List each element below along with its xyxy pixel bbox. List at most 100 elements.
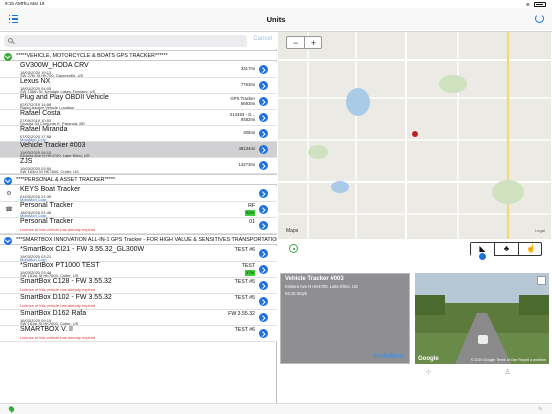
left-footer (0, 403, 277, 414)
search-field[interactable] (4, 35, 247, 47)
vehicle-location-marker[interactable] (412, 131, 418, 137)
zoom-out-button[interactable]: − (287, 38, 304, 48)
group-title: *****VEHICLE, MOTORCYCLE & BOATS GPS TRA… (16, 53, 168, 59)
unit-row[interactable]: SMARTBOX V. II License of this vehicle ha… (0, 326, 277, 342)
unit-right-info: FW 3.55.32 (228, 311, 255, 317)
chevron-right-icon[interactable] (259, 297, 268, 307)
unit-name: Vehicle Tracker #003 (20, 142, 86, 149)
group-header[interactable]: *****VEHICLE, MOTORCYCLE & BOATS GPS TRA… (0, 50, 277, 61)
google-logo: Google (418, 356, 439, 362)
battery-level-badge: 92% (244, 210, 255, 216)
segment-hand-icon[interactable]: ☝ (519, 243, 543, 256)
chevron-right-icon[interactable] (259, 329, 268, 339)
unit-row[interactable]: ☎ Personal Tracker 18/03/2020 01:48 MotoMon… (0, 202, 277, 218)
maps-attribution: Maps (286, 228, 299, 234)
expand-icon[interactable] (537, 276, 546, 285)
chevron-right-icon[interactable] (259, 145, 268, 155)
unit-right-info: 7753mi (240, 82, 255, 87)
tracker-device-icon: ⚙ (6, 191, 12, 197)
unit-row[interactable]: Rafael Costa 27/09/2019 10:53 Quadra 34 Co… (0, 110, 277, 126)
unit-row[interactable]: ZJS 19/03/2020 03:50 SW 163rd St HK7600, C… (0, 158, 277, 174)
unit-row[interactable]: GV300W_HODA CRV 18/03/2020 19:13 SW 27th S… (0, 62, 277, 78)
chevron-right-icon[interactable] (259, 113, 268, 123)
unit-right-info: TEST #5 (234, 295, 255, 301)
chevron-right-icon[interactable] (259, 97, 268, 107)
zoom-control: − + (286, 36, 322, 49)
zoom-in-button[interactable]: + (305, 38, 322, 48)
map-toolbar: ◣ ♣ ☝ (278, 239, 551, 262)
unit-list-pane: Cancel *****VEHICLE, MOTORCYCLE & BOATS … (0, 32, 287, 414)
search-input[interactable] (16, 35, 241, 47)
card-address: Kinloira Ave N HK4700, Lake Elmo, US (285, 284, 358, 289)
unit-row[interactable]: SmartBox D162 Rafa 16/03/2020 09:19 SW 181… (0, 310, 277, 326)
chevron-right-icon[interactable] (259, 313, 268, 323)
unit-row[interactable]: *SmartBox CI21 - FW 3.55.32_GL300W 19/03/… (0, 246, 277, 262)
unit-row[interactable]: Personal Tracker License of this vehicle … (0, 218, 277, 234)
card-meta: 04:15 0mph (285, 291, 308, 296)
unit-name: GV300W_HODA CRV (20, 62, 89, 69)
chevron-right-icon[interactable] (259, 161, 268, 171)
unit-right-info: RF (248, 203, 255, 209)
license-expired-warning: License of this vehicle has already expi… (20, 227, 96, 232)
unit-row[interactable]: SmartBox D102 - FW 3.55.32 License of thi… (0, 294, 277, 310)
unit-right-info: GPS Tracker (230, 95, 255, 101)
unit-name: SmartBox D162 Rafa (20, 310, 87, 317)
unit-right-info: 305mi (243, 130, 255, 135)
app-root: 9:15 AM Thu Mar 19 ≋ Units Cancel *****V… (0, 0, 552, 414)
chevron-right-icon[interactable] (259, 81, 268, 91)
unit-right-info: 3317mi (240, 66, 255, 71)
chevron-right-icon[interactable] (259, 205, 268, 215)
locate-icon[interactable] (289, 244, 298, 253)
legal-link[interactable]: Legal (535, 228, 545, 233)
unit-row[interactable]: SmartBox C128 - FW 3.55.32 License of thi… (0, 278, 277, 294)
map-view[interactable]: − + Maps Legal (278, 32, 551, 239)
chevron-right-icon[interactable] (259, 221, 268, 231)
refresh-icon[interactable] (535, 14, 544, 23)
unit-right-info: TEST #6 (234, 247, 255, 253)
route-icon[interactable]: ⊹ (424, 368, 433, 377)
right-footer: ✎ (277, 403, 552, 414)
unit-row[interactable]: *SmartBox PT1000 TEST 19/03/2020 03:48 SW … (0, 262, 277, 278)
unit-row[interactable]: ⚙ KEYS Boat Tracker 01/03/2020 21:39 MotoMo… (0, 186, 277, 202)
unit-name: ZJS (20, 158, 33, 165)
map-pin-icon[interactable] (7, 405, 16, 413)
chevron-right-icon[interactable] (259, 249, 268, 259)
chevron-right-icon[interactable] (259, 129, 268, 139)
street-legal: © 2020 Google Terms of Use Report a prob… (470, 358, 546, 362)
street-scene (415, 273, 549, 364)
page-indicator-dot (479, 253, 486, 260)
status-date: Thu Mar 19 (21, 1, 45, 6)
unit-name: Personal Tracker (20, 218, 73, 225)
unit-row[interactable]: Plug and Play OBDII Vehicle 02/07/2019 14… (0, 94, 277, 110)
unit-name: Rafael Costa (20, 110, 61, 117)
segment-trees-icon[interactable]: ♣ (495, 243, 519, 256)
chevron-right-icon[interactable] (259, 65, 268, 75)
unit-row[interactable]: Rafael Miranda 07/02/2020 17:58 MotoMon Co… (0, 126, 277, 142)
collapse-chevron-icon[interactable] (4, 52, 12, 61)
person-icon[interactable]: ♙ (503, 368, 512, 377)
unit-info-card[interactable]: Vehicle Tracker #003 Kinloira Ave N HK47… (280, 273, 410, 364)
chevron-right-icon[interactable] (259, 281, 268, 291)
license-expired-warning: License of this vehicle has already expi… (20, 287, 96, 292)
unit-mileage: 5693mi (240, 101, 255, 106)
unit-name: SmartBox D102 - FW 3.55.32 (20, 294, 112, 301)
edit-icon[interactable]: ✎ (538, 406, 544, 413)
chevron-right-icon[interactable] (259, 189, 268, 199)
unit-row[interactable]: Lexus NX 18/03/2020 04:05 SW 136th St, Ken… (0, 78, 277, 94)
phone-icon: ☎ (5, 207, 13, 213)
battery-level-badge: 37% (244, 270, 255, 276)
license-expired-warning: License of this vehicle has already expi… (20, 335, 96, 340)
chevron-right-icon[interactable] (259, 265, 268, 275)
group-header[interactable]: ****PERSONAL & ASSET TRACKER***** (0, 174, 277, 185)
cancel-button[interactable]: Cancel (253, 36, 272, 42)
unit-right-info: 01 (249, 219, 255, 225)
group-header[interactable]: ***SMARTBOX INNOVATION ALL-IN-1 GPS Trac… (0, 234, 287, 245)
unit-row[interactable]: Vehicle Tracker #003 19/03/2020 04:15 Kinl… (0, 142, 277, 158)
unit-name: KEYS Boat Tracker (20, 186, 81, 193)
unit-right-info: TEST #5 (234, 279, 255, 285)
collapse-chevron-icon[interactable] (4, 236, 12, 245)
page-title: Units (266, 15, 286, 24)
collapse-chevron-icon[interactable] (4, 176, 12, 185)
unit-name: SmartBox C128 - FW 3.55.32 (20, 278, 112, 285)
street-view[interactable]: Google © 2020 Google Terms of Use Report… (415, 273, 549, 364)
